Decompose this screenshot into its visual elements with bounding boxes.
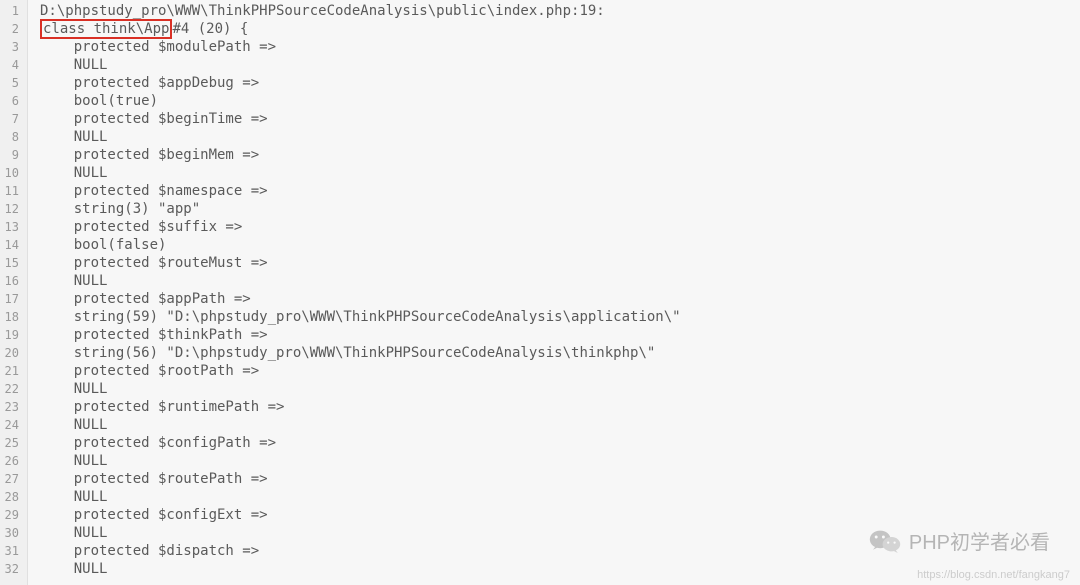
- line-number: 3: [4, 38, 19, 56]
- code-line: NULL: [40, 272, 1080, 290]
- code-line: protected $routePath =>: [40, 470, 1080, 488]
- code-line: protected $thinkPath =>: [40, 326, 1080, 344]
- line-number: 32: [4, 560, 19, 578]
- line-number: 22: [4, 380, 19, 398]
- line-number: 30: [4, 524, 19, 542]
- code-line: protected $namespace =>: [40, 182, 1080, 200]
- code-line: protected $appPath =>: [40, 290, 1080, 308]
- highlight-annotation: class think\App: [40, 19, 172, 39]
- code-line: NULL: [40, 128, 1080, 146]
- line-number: 12: [4, 200, 19, 218]
- code-line: bool(false): [40, 236, 1080, 254]
- code-line: protected $runtimePath =>: [40, 398, 1080, 416]
- line-number: 16: [4, 272, 19, 290]
- line-number: 23: [4, 398, 19, 416]
- line-number: 5: [4, 74, 19, 92]
- line-number: 27: [4, 470, 19, 488]
- line-number: 26: [4, 452, 19, 470]
- wechat-icon: [869, 528, 901, 554]
- line-number: 13: [4, 218, 19, 236]
- code-line: protected $beginTime =>: [40, 110, 1080, 128]
- code-line: protected $routeMust =>: [40, 254, 1080, 272]
- code-line: string(3) "app": [40, 200, 1080, 218]
- code-line: NULL: [40, 452, 1080, 470]
- line-number: 17: [4, 290, 19, 308]
- code-line: class think\App#4 (20) {: [40, 20, 1080, 38]
- code-line: protected $rootPath =>: [40, 362, 1080, 380]
- line-number: 11: [4, 182, 19, 200]
- line-number: 2: [4, 20, 19, 38]
- line-number: 28: [4, 488, 19, 506]
- line-number: 7: [4, 110, 19, 128]
- code-line: protected $suffix =>: [40, 218, 1080, 236]
- code-line: NULL: [40, 164, 1080, 182]
- code-viewer: 1234567891011121314151617181920212223242…: [0, 0, 1080, 585]
- code-line: protected $configPath =>: [40, 434, 1080, 452]
- code-line: string(59) "D:\phpstudy_pro\WWW\ThinkPHP…: [40, 308, 1080, 326]
- code-line: bool(true): [40, 92, 1080, 110]
- line-number: 20: [4, 344, 19, 362]
- line-number: 21: [4, 362, 19, 380]
- line-number: 29: [4, 506, 19, 524]
- code-line: protected $modulePath =>: [40, 38, 1080, 56]
- code-line: NULL: [40, 416, 1080, 434]
- line-number: 6: [4, 92, 19, 110]
- code-content[interactable]: D:\phpstudy_pro\WWW\ThinkPHPSourceCodeAn…: [28, 0, 1080, 585]
- line-number: 1: [4, 2, 19, 20]
- line-number: 19: [4, 326, 19, 344]
- code-line: protected $beginMem =>: [40, 146, 1080, 164]
- line-number: 25: [4, 434, 19, 452]
- watermark-logo: PHP初学者必看: [869, 526, 1050, 555]
- code-line: string(56) "D:\phpstudy_pro\WWW\ThinkPHP…: [40, 344, 1080, 362]
- line-number: 31: [4, 542, 19, 560]
- line-number: 15: [4, 254, 19, 272]
- line-number: 14: [4, 236, 19, 254]
- code-line: protected $configExt =>: [40, 506, 1080, 524]
- line-number: 8: [4, 128, 19, 146]
- line-number: 24: [4, 416, 19, 434]
- line-number: 9: [4, 146, 19, 164]
- line-number: 10: [4, 164, 19, 182]
- line-number: 4: [4, 56, 19, 74]
- code-line: protected $appDebug =>: [40, 74, 1080, 92]
- code-line: NULL: [40, 380, 1080, 398]
- code-line: NULL: [40, 56, 1080, 74]
- line-number-gutter: 1234567891011121314151617181920212223242…: [0, 0, 28, 585]
- code-line: D:\phpstudy_pro\WWW\ThinkPHPSourceCodeAn…: [40, 2, 1080, 20]
- line-number: 18: [4, 308, 19, 326]
- code-line: NULL: [40, 488, 1080, 506]
- watermark-url: https://blog.csdn.net/fangkang7: [917, 569, 1070, 581]
- watermark-text: PHP初学者必看: [909, 526, 1050, 555]
